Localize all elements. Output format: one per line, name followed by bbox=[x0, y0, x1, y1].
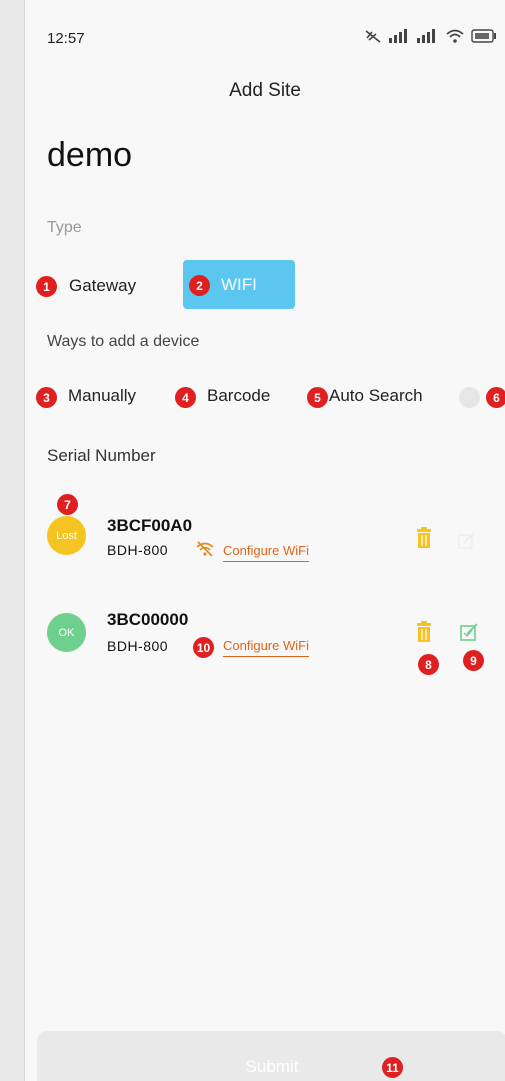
annotation-badge-8: 8 bbox=[418, 654, 439, 675]
annotation-badge-1: 1 bbox=[36, 276, 57, 297]
annotation-badge-11: 11 bbox=[382, 1057, 403, 1078]
serial-number-label: Serial Number bbox=[47, 446, 156, 465]
device-serial: 3BC00000 bbox=[107, 610, 189, 629]
device-status-badge: OK bbox=[47, 613, 86, 652]
type-label: Type bbox=[47, 219, 82, 236]
type-option-wifi-label: WIFI bbox=[221, 275, 257, 294]
trash-icon[interactable] bbox=[415, 527, 433, 554]
edit-icon-disabled[interactable] bbox=[458, 532, 476, 555]
annotation-badge-6: 6 bbox=[486, 387, 505, 408]
ways-label: Ways to add a device bbox=[47, 333, 200, 350]
app-screen: 12:57 Add Site demo Type 1 Gateway 2 WIF… bbox=[25, 0, 505, 1081]
type-option-wifi[interactable]: 2 WIFI bbox=[183, 260, 295, 309]
way-option-manually[interactable]: Manually bbox=[68, 386, 136, 406]
configure-wifi-link[interactable]: Configure WiFi bbox=[223, 543, 309, 562]
submit-label: Submit bbox=[245, 1057, 299, 1076]
wifi-disconnected-icon bbox=[195, 540, 215, 563]
annotation-badge-5: 5 bbox=[307, 387, 328, 408]
way-option-barcode[interactable]: Barcode bbox=[207, 386, 270, 406]
annotation-badge-3: 3 bbox=[36, 387, 57, 408]
device-model: BDH-800 bbox=[107, 638, 169, 654]
submit-button[interactable]: Submit 11 bbox=[37, 1031, 505, 1081]
annotation-badge-7: 7 bbox=[57, 494, 78, 515]
device-status-badge: Lost bbox=[47, 516, 86, 555]
status-time: 12:57 bbox=[47, 30, 85, 47]
annotation-badge-4: 4 bbox=[175, 387, 196, 408]
signal-icon bbox=[389, 29, 411, 43]
annotation-badge-9: 9 bbox=[463, 650, 484, 671]
signal-icon-2 bbox=[417, 29, 439, 43]
mute-icon bbox=[363, 28, 383, 44]
battery-icon bbox=[471, 29, 497, 43]
edit-icon[interactable] bbox=[460, 622, 480, 647]
site-name[interactable]: demo bbox=[47, 136, 132, 175]
configure-wifi-link[interactable]: Configure WiFi bbox=[223, 638, 309, 657]
info-icon[interactable] bbox=[459, 387, 480, 408]
way-option-auto-search[interactable]: Auto Search bbox=[329, 386, 423, 406]
annotation-badge-10: 10 bbox=[193, 637, 214, 658]
type-option-gateway[interactable]: Gateway bbox=[69, 276, 136, 296]
page-title: Add Site bbox=[229, 80, 301, 101]
annotation-badge-2: 2 bbox=[189, 275, 210, 296]
status-icons bbox=[363, 27, 497, 45]
device-serial: 3BCF00A0 bbox=[107, 516, 193, 535]
device-model: BDH-800 bbox=[107, 542, 169, 558]
wifi-status-icon bbox=[445, 28, 465, 44]
trash-icon[interactable] bbox=[415, 621, 433, 648]
